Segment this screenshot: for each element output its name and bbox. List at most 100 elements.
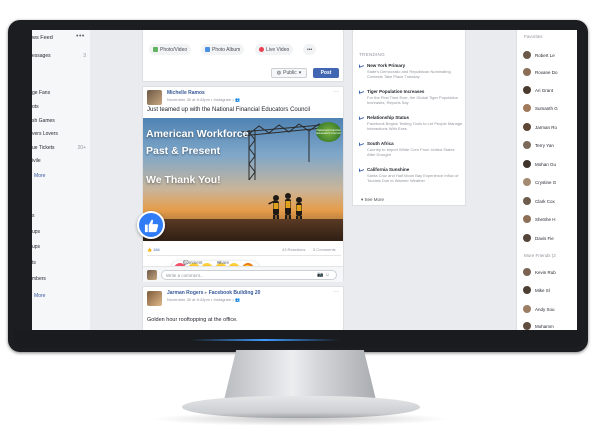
contact-name: Robert Le (535, 52, 555, 58)
camera-icon[interactable]: 📷 ☺ (317, 271, 330, 280)
contact-name: Jarman Ro (535, 124, 558, 130)
nav-item-messages[interactable]: essages (32, 53, 51, 59)
contact-item[interactable]: Terry Yan (523, 141, 577, 151)
like-count[interactable]: 👍 184 (147, 247, 160, 252)
nav-see-more-1[interactable]: More (34, 173, 45, 179)
post-composer: Photo/Video Photo Album Live Video ••• ◍… (142, 30, 344, 82)
trend-description: Facebook Begins Testing Tools to Let Peo… (367, 121, 463, 131)
contact-item[interactable]: Kevin Rub (523, 268, 577, 278)
avatar[interactable] (147, 291, 162, 306)
like-reaction-button[interactable] (137, 211, 165, 239)
chat-sidebar: Favorites Robert Le Roxane Do Ari Grant … (516, 30, 577, 330)
contact-name: Terry Yan (535, 142, 554, 148)
contact-item[interactable]: Ari Grant (523, 86, 577, 96)
trend-title[interactable]: California Sunshine (367, 167, 409, 172)
contact-item[interactable]: Clark Cox (523, 197, 577, 207)
contact-item[interactable]: Jarman Ro (523, 123, 577, 133)
photo-video-button[interactable]: Photo/Video (149, 44, 192, 55)
contact-item[interactable]: Davis Fie (523, 234, 577, 244)
contact-name: Mohan Gu (535, 161, 557, 167)
nav-item-2-1[interactable]: ups (32, 229, 40, 235)
nav-item-archive[interactable]: ivile (32, 158, 41, 164)
nav-news-feed[interactable]: ws Feed (32, 35, 53, 41)
avatar (523, 268, 531, 276)
live-video-button[interactable]: Live Video (255, 44, 294, 55)
reactions-count[interactable]: 43 Reactions (282, 247, 305, 252)
avatar[interactable] (147, 90, 162, 105)
trend-title[interactable]: Relationship Status (367, 115, 409, 120)
avatar (523, 234, 531, 242)
avatar (147, 270, 157, 280)
nav-item-2-2[interactable]: ups (32, 244, 40, 250)
photo-album-icon (205, 47, 210, 52)
nav-item-games[interactable]: sh Games (32, 118, 55, 124)
contact-item[interactable]: Mohamm (523, 322, 577, 330)
post-button[interactable]: Post (313, 68, 339, 78)
contact-item[interactable]: Mike Sl (523, 286, 577, 296)
photo-album-button[interactable]: Photo Album (201, 44, 245, 55)
monitor-light-strip (190, 339, 340, 341)
chevron-down-icon: ▾ (298, 70, 302, 76)
comments-count[interactable]: 5 Comments (313, 247, 336, 252)
nav-item-events[interactable]: ots (32, 104, 39, 110)
rooftop-ground (143, 219, 343, 241)
trending-arrow-icon (359, 63, 364, 68)
contact-item[interactable]: SheShe H (523, 215, 577, 225)
nav-see-more-2[interactable]: More (34, 293, 45, 299)
trend-description: State's Democratic and Republican Nomina… (367, 69, 451, 79)
trending-see-more[interactable]: ▾ See More (361, 197, 384, 203)
privacy-select[interactable]: ◍ Public ▾ (271, 68, 307, 78)
photo-album-label: Photo Album (212, 46, 241, 53)
nav-count-tickets: 20+ (77, 145, 86, 151)
screen: ws Feed ••• essages 3 ge Fans ots sh Gam… (32, 30, 577, 330)
photo-video-icon (153, 47, 158, 52)
contact-item[interactable]: Andy Sou (523, 305, 577, 315)
trend-title[interactable]: New York Primary (367, 63, 405, 68)
contact-item[interactable]: Sumanth G (523, 104, 577, 114)
post-options-icon[interactable]: ··· (333, 289, 339, 295)
post-timestamp: November 30 at 6:43pm • Instagram • 👥 (167, 97, 240, 102)
trending-arrow-icon (359, 141, 364, 146)
more-dots-icon: ••• (307, 46, 313, 53)
nav-item-2-3[interactable]: ts (32, 260, 36, 266)
avatar (523, 322, 531, 330)
nav-item-2-0[interactable]: s (32, 213, 35, 219)
trend-title[interactable]: South Africa (367, 141, 394, 146)
nav-more-icon[interactable]: ••• (76, 33, 85, 40)
trend-description: For the First Time Ever, the Global Tige… (367, 95, 458, 105)
image-headline-3: We Thank You! (146, 174, 221, 186)
post-author[interactable]: Jarman Rogers ▸ Facebook Building 20 (167, 290, 260, 296)
nav-item-tickets[interactable]: ue Tickets (32, 145, 55, 151)
contact-name: Kevin Rub (535, 269, 556, 275)
thumbs-up-icon (144, 219, 158, 232)
trending-arrow-icon (359, 115, 364, 120)
comment-composer: Write a comment... 📷 ☺ (143, 266, 343, 282)
post-options-icon[interactable]: ··· (333, 89, 339, 95)
avatar (523, 123, 531, 131)
avatar (523, 104, 531, 112)
contact-item[interactable]: Mohan Gu (523, 160, 577, 170)
more-friends-header: More Friends (2 (524, 253, 556, 258)
trending-panel: TRENDING New York Primary State's Democr… (352, 30, 466, 206)
contact-item[interactable]: Robert Le (523, 51, 577, 61)
audience-icon: 👥 (234, 97, 240, 102)
nfec-logo: National Financial Educators Council (316, 122, 341, 142)
post-author[interactable]: Michelle Ramos (167, 90, 205, 96)
left-sidebar: ws Feed ••• essages 3 ge Fans ots sh Gam… (32, 30, 90, 330)
contact-item[interactable]: Roxane Do (523, 68, 577, 78)
avatar (523, 178, 531, 186)
composer-more-button[interactable]: ••• (303, 44, 317, 55)
nav-item-lovers[interactable]: vers Lovers (32, 131, 58, 137)
image-headline-2: Past & Present (146, 145, 221, 157)
nav-item-page-fans[interactable]: ge Fans (32, 90, 50, 96)
live-video-icon (259, 47, 264, 52)
contact-item[interactable]: Crystine G (523, 178, 577, 188)
audience-icon: 👥 (234, 297, 240, 302)
trend-title[interactable]: Tiger Population Increases (367, 89, 424, 94)
contact-name: Ari Grant (535, 87, 554, 93)
comment-input[interactable]: Write a comment... 📷 ☺ (161, 270, 337, 280)
trending-arrow-icon (359, 89, 364, 94)
contact-name: Andy Sou (535, 306, 555, 312)
nav-item-2-4[interactable]: mbers (32, 276, 46, 282)
post-image[interactable]: American Workforce Past & Present We Tha… (143, 118, 343, 241)
